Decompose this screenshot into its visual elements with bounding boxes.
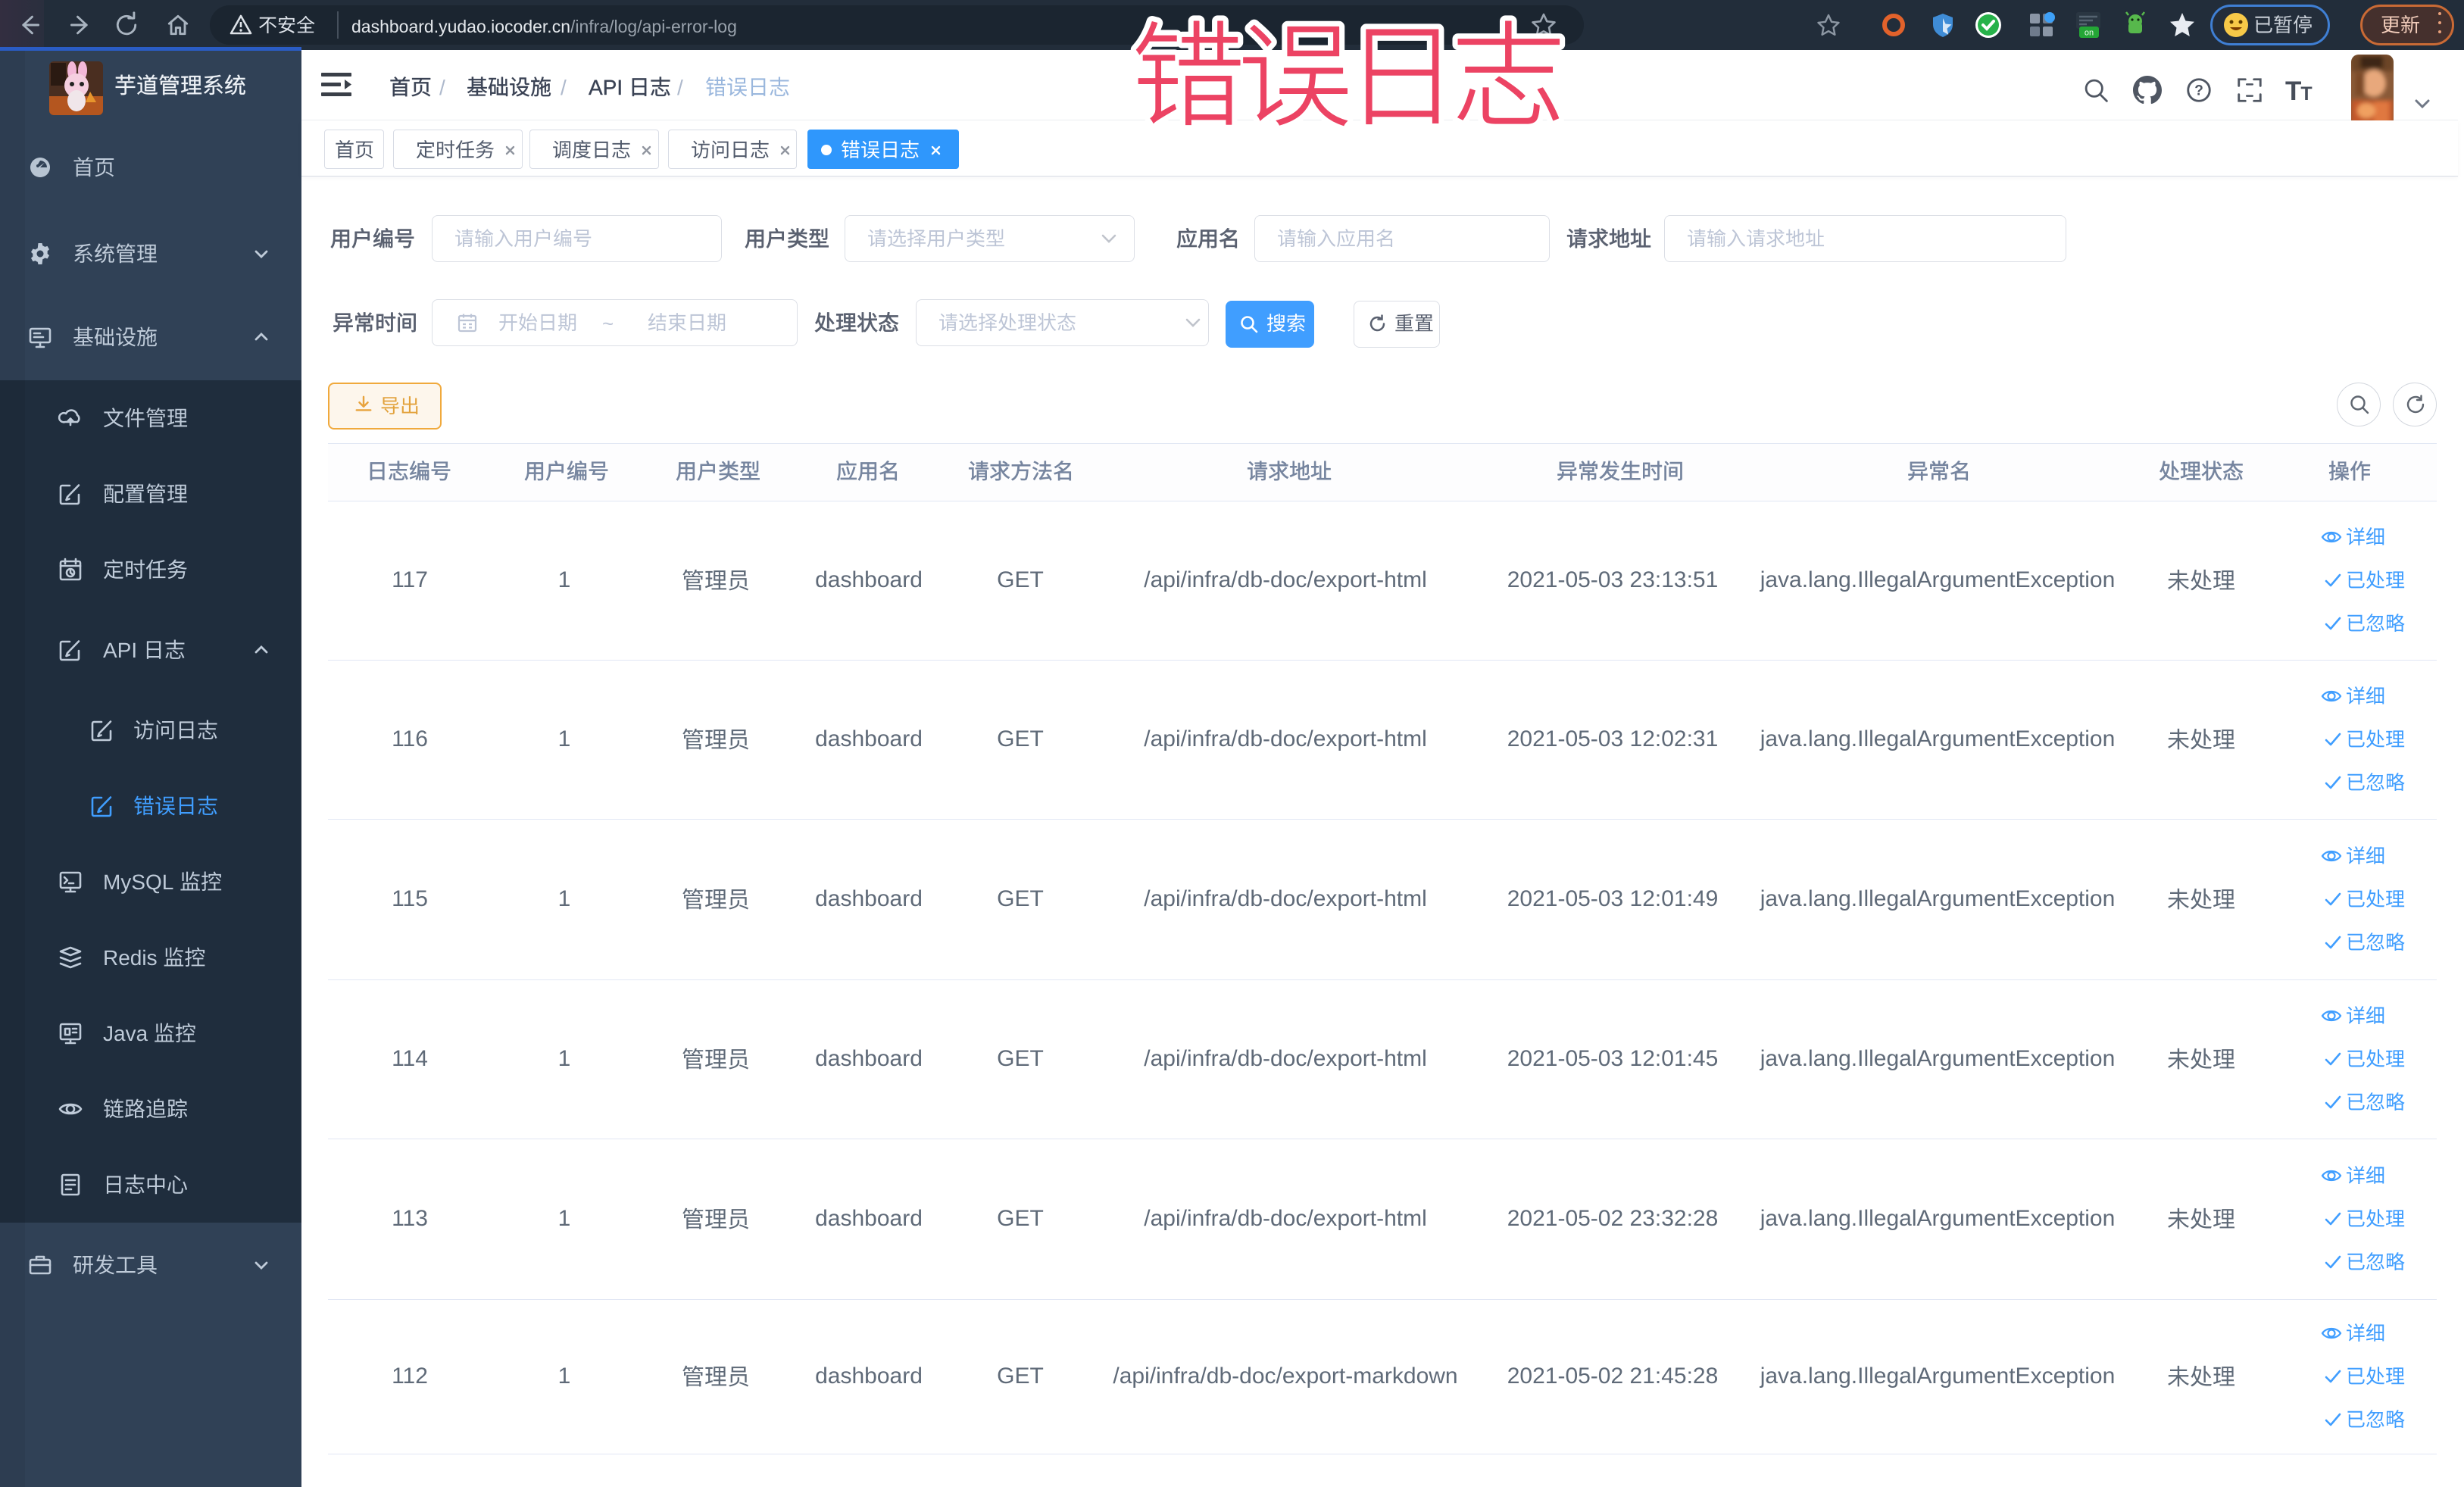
svg-text:?: ? [2194, 83, 2203, 99]
svg-text:on: on [2085, 29, 2094, 38]
